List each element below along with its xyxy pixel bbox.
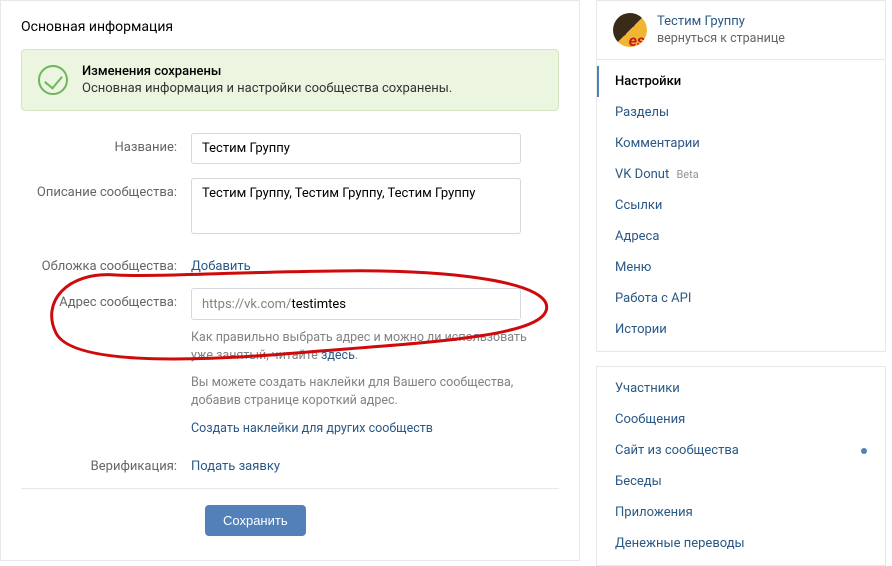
settings-nav-item-label: Работа с API — [615, 291, 691, 306]
management-nav-item-2[interactable]: Сайт из сообщества — [597, 435, 885, 466]
address-prefix: https://vk.com/ — [202, 297, 291, 312]
success-banner: Изменения сохранены Основная информация … — [21, 49, 559, 111]
group-header[interactable]: Тестим Группу вернуться к странице — [596, 0, 886, 59]
management-nav: Участники Сообщения Сайт из сообщества Бесе… — [596, 366, 886, 566]
management-nav-item-0[interactable]: Участники — [597, 373, 885, 404]
settings-nav-item-label: Ссылки — [615, 198, 662, 213]
management-nav-item-5[interactable]: Денежные переводы — [597, 528, 885, 559]
settings-nav-item-label: Истории — [615, 322, 667, 337]
address-hint-here-link[interactable]: здесь — [321, 348, 355, 363]
settings-nav-item-6[interactable]: Меню — [597, 252, 885, 283]
back-to-page: вернуться к странице — [657, 31, 785, 46]
management-nav-item-4[interactable]: Приложения — [597, 497, 885, 528]
address-hint-2: Вы можете создать наклейки для Вашего со… — [191, 374, 531, 410]
settings-nav-item-7[interactable]: Работа с API — [597, 283, 885, 314]
management-nav-item-3[interactable]: Беседы — [597, 466, 885, 497]
management-nav-item-label: Приложения — [615, 505, 693, 520]
settings-nav-item-8[interactable]: Истории — [597, 314, 885, 345]
address-input-wrap[interactable]: https://vk.com/ — [191, 288, 521, 320]
settings-nav: Настройки Разделы Комментарии VK Donut Beta… — [596, 59, 886, 352]
settings-nav-item-4[interactable]: Ссылки — [597, 190, 885, 221]
main-panel: Основная информация Изменения сохранены … — [0, 0, 580, 561]
cover-label: Обложка сообщества: — [21, 252, 191, 274]
settings-nav-item-label: Разделы — [615, 105, 669, 120]
stickers-link[interactable]: Создать наклейки для других сообществ — [191, 421, 433, 436]
settings-nav-item-1[interactable]: Разделы — [597, 97, 885, 128]
settings-nav-item-2[interactable]: Комментарии — [597, 128, 885, 159]
save-button[interactable]: Сохранить — [205, 505, 306, 536]
description-textarea[interactable] — [191, 178, 521, 234]
address-hint-1c: . — [355, 348, 358, 363]
banner-title: Изменения сохранены — [82, 64, 452, 79]
description-label: Описание сообщества: — [21, 178, 191, 200]
management-nav-item-label: Сайт из сообщества — [615, 443, 739, 458]
settings-nav-item-label: Настройки — [615, 74, 681, 89]
settings-nav-item-0[interactable]: Настройки — [597, 66, 885, 97]
address-input[interactable] — [291, 290, 520, 319]
notification-dot-icon — [861, 448, 867, 454]
avatar — [613, 13, 647, 47]
check-icon — [38, 65, 68, 95]
management-nav-item-label: Беседы — [615, 474, 662, 489]
settings-nav-item-label: Адреса — [615, 229, 659, 244]
verification-apply-link[interactable]: Подать заявку — [191, 459, 280, 474]
name-label: Название: — [21, 133, 191, 155]
settings-nav-item-label: VK Donut Beta — [615, 167, 699, 182]
settings-nav-item-label: Комментарии — [615, 136, 700, 151]
beta-badge: Beta — [676, 168, 698, 181]
group-name: Тестим Группу — [657, 14, 785, 29]
cover-add-link[interactable]: Добавить — [191, 259, 251, 274]
verification-label: Верификация: — [21, 452, 191, 474]
address-hint-1a: Как правильно выбрать адрес и можно ли и… — [191, 330, 527, 363]
settings-nav-item-label: Меню — [615, 260, 651, 275]
name-input[interactable] — [191, 133, 521, 164]
address-label: Адрес сообщества: — [21, 288, 191, 310]
divider — [21, 488, 559, 489]
management-nav-item-label: Участники — [615, 381, 680, 396]
management-nav-item-label: Денежные переводы — [615, 536, 745, 551]
management-nav-item-label: Сообщения — [615, 412, 685, 427]
settings-nav-item-5[interactable]: Адреса — [597, 221, 885, 252]
banner-subtitle: Основная информация и настройки сообщест… — [82, 81, 452, 96]
page-title: Основная информация — [1, 1, 579, 49]
management-nav-item-1[interactable]: Сообщения — [597, 404, 885, 435]
settings-nav-item-3[interactable]: VK Donut Beta — [597, 159, 885, 190]
